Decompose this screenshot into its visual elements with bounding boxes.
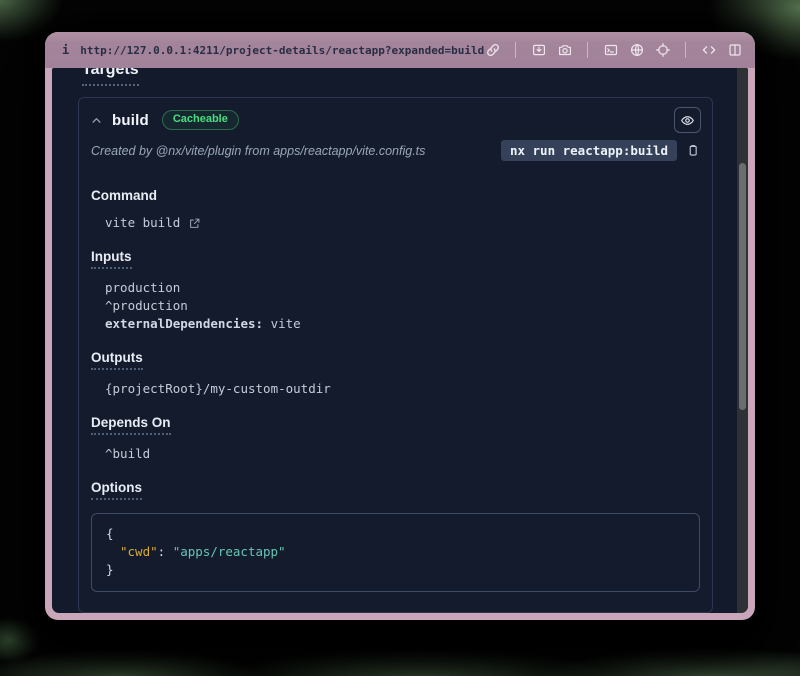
- download-icon[interactable]: [530, 42, 547, 59]
- input-key-value: vite: [263, 316, 301, 331]
- toolbar-separator: [515, 42, 516, 58]
- target-name-build[interactable]: build: [112, 112, 149, 129]
- browser-window: i http://127.0.0.1:4211/project-details/…: [45, 32, 755, 620]
- json-open-brace: {: [106, 525, 685, 543]
- input-item: production: [105, 279, 700, 297]
- inputs-list: production ^production externalDependenc…: [105, 279, 700, 333]
- project-details-page: Targets build Cacheable Created by @nx/v…: [52, 68, 737, 613]
- output-item: {projectRoot}/my-custom-outdir: [105, 380, 700, 398]
- browser-titlebar: i http://127.0.0.1:4211/project-details/…: [45, 32, 755, 68]
- crosshair-icon[interactable]: [654, 42, 671, 59]
- scrollbar-thumb[interactable]: [739, 163, 746, 410]
- run-command-chip[interactable]: nx run reactapp:build: [501, 140, 677, 161]
- input-item: externalDependencies: vite: [105, 315, 700, 333]
- toolbar-separator: [587, 42, 588, 58]
- globe-icon[interactable]: [628, 42, 645, 59]
- terminal-icon[interactable]: [602, 42, 619, 59]
- target-card-build: build Cacheable Created by @nx/vite/plug…: [78, 97, 713, 613]
- created-by-text: Created by @nx/vite/plugin from apps/rea…: [91, 144, 425, 158]
- camera-icon[interactable]: [556, 42, 573, 59]
- external-link-icon[interactable]: [188, 217, 201, 230]
- view-in-graph-button[interactable]: [674, 107, 701, 133]
- build-target-subheader: Created by @nx/vite/plugin from apps/rea…: [79, 133, 712, 171]
- json-close-brace: }: [106, 561, 685, 579]
- options-heading: Options: [91, 480, 142, 500]
- command-value-row: vite build: [105, 214, 700, 232]
- command-heading: Command: [91, 188, 157, 203]
- depends-on-item: ^build: [105, 445, 700, 463]
- titlebar-toolbar: [484, 42, 743, 59]
- input-key: externalDependencies:: [105, 316, 263, 331]
- page-viewport: Targets build Cacheable Created by @nx/v…: [52, 68, 748, 613]
- inputs-heading: Inputs: [91, 249, 132, 269]
- page-title: Targets: [82, 68, 139, 86]
- copy-icon[interactable]: [686, 143, 701, 159]
- json-key: "cwd": [120, 544, 158, 559]
- code-icon[interactable]: [700, 42, 717, 59]
- outputs-list: {projectRoot}/my-custom-outdir: [105, 380, 700, 398]
- json-value: "apps/reactapp": [173, 544, 286, 559]
- info-icon: i: [62, 43, 69, 57]
- command-value: vite build: [105, 214, 180, 232]
- toolbar-separator: [685, 42, 686, 58]
- link-icon[interactable]: [484, 42, 501, 59]
- options-json-block: { "cwd": "apps/reactapp" }: [91, 513, 700, 592]
- build-target-body: Command vite build Inputs production ^pr…: [79, 188, 712, 612]
- cacheable-badge: Cacheable: [162, 110, 239, 130]
- build-target-header[interactable]: build Cacheable: [79, 98, 712, 133]
- url-text[interactable]: http://127.0.0.1:4211/project-details/re…: [80, 44, 484, 57]
- scrollbar[interactable]: [737, 68, 748, 613]
- chevron-up-icon[interactable]: [90, 114, 104, 127]
- input-item: ^production: [105, 297, 700, 315]
- depends-on-list: ^build: [105, 445, 700, 463]
- json-colon: :: [158, 544, 173, 559]
- split-editor-icon[interactable]: [726, 42, 743, 59]
- json-property-row: "cwd": "apps/reactapp": [106, 543, 685, 561]
- outputs-heading: Outputs: [91, 350, 143, 370]
- depends-on-heading: Depends On: [91, 415, 171, 435]
